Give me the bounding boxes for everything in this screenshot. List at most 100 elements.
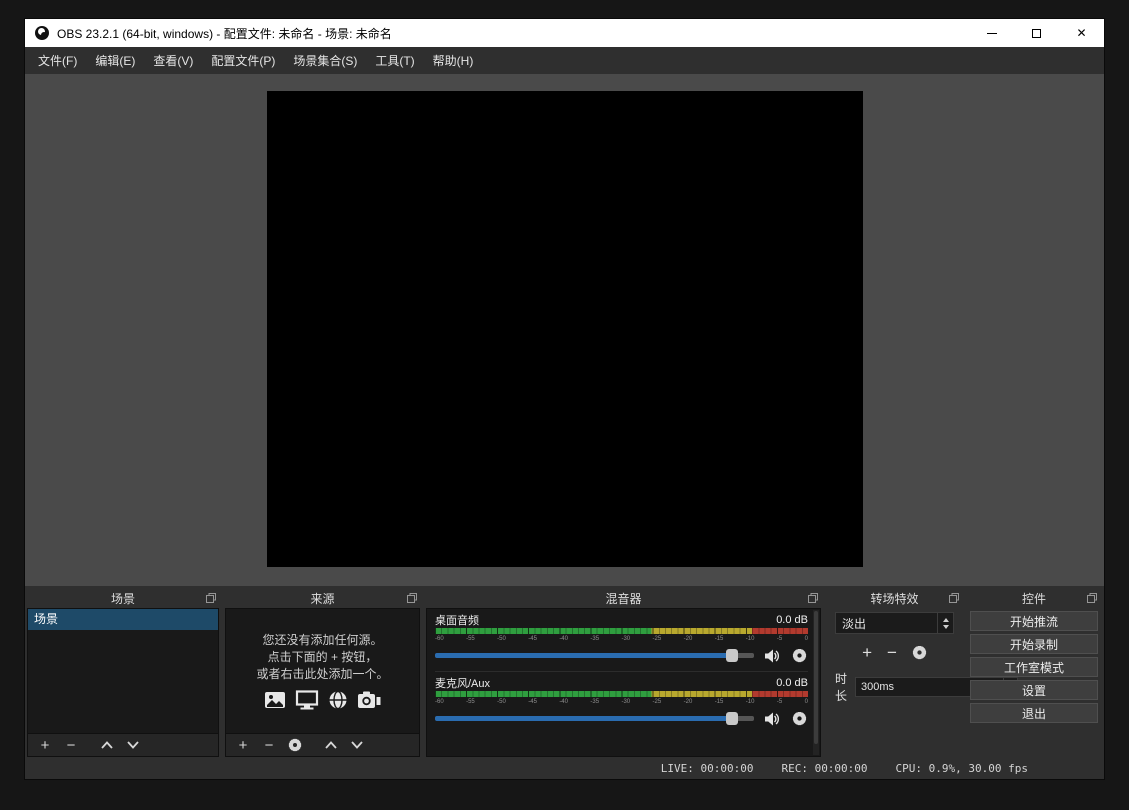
menu-item-view[interactable]: 查看(V) xyxy=(144,47,202,74)
display-source-icon xyxy=(295,690,319,710)
controls-dock-header[interactable]: 控件 xyxy=(968,588,1100,608)
start-streaming-button[interactable]: 开始推流 xyxy=(970,611,1098,631)
meter-scale: -60-55-50-45-40-35-30-25-20-15-10-50 xyxy=(435,698,808,706)
sources-dock-title: 来源 xyxy=(310,590,334,607)
move-source-up-button[interactable] xyxy=(318,734,344,756)
mixer-channel-mic-aux: 麦克风/Aux 0.0 dB -60-55-50-45-40-35-30-25-… xyxy=(435,671,808,731)
gear-icon xyxy=(912,645,927,660)
scenes-dock: 场景 场景 + − xyxy=(27,588,219,757)
transitions-body: 淡出 + − 时长 xyxy=(827,608,962,757)
dock-float-icon xyxy=(949,593,959,603)
start-recording-button[interactable]: 开始录制 xyxy=(970,634,1098,654)
transition-properties-button[interactable] xyxy=(912,645,927,660)
transitions-dock: 转场特效 淡出 + − xyxy=(827,588,962,757)
source-properties-button[interactable] xyxy=(282,734,308,756)
volume-meter xyxy=(435,628,808,634)
maximize-button[interactable] xyxy=(1014,19,1059,47)
mute-button[interactable] xyxy=(763,710,781,728)
add-scene-button[interactable]: + xyxy=(32,734,58,756)
add-transition-button[interactable]: + xyxy=(862,644,872,661)
menu-item-scene-collection[interactable]: 场景集合(S) xyxy=(284,47,366,74)
meter-scale: -60-55-50-45-40-35-30-25-20-15-10-50 xyxy=(435,635,808,643)
sources-empty-line: 或者右击此处添加一个。 xyxy=(256,666,388,683)
menu-item-tools[interactable]: 工具(T) xyxy=(366,47,423,74)
move-source-down-button[interactable] xyxy=(344,734,370,756)
cpu-fps: CPU: 0.9%, 30.00 fps xyxy=(896,762,1028,775)
controls-body: 开始推流 开始录制 工作室模式 设置 退出 xyxy=(968,608,1100,757)
transitions-dock-header[interactable]: 转场特效 xyxy=(827,588,962,608)
mixer-scrollbar-thumb[interactable] xyxy=(814,611,818,744)
browser-source-icon xyxy=(328,690,348,710)
combo-arrows[interactable] xyxy=(937,613,953,633)
menu-item-profile[interactable]: 配置文件(P) xyxy=(202,47,284,74)
minus-icon: − xyxy=(67,737,76,754)
scenes-dock-header[interactable]: 场景 xyxy=(27,588,219,608)
source-type-icons xyxy=(264,690,381,710)
window-title: OBS 23.2.1 (64-bit, windows) - 配置文件: 未命名… xyxy=(57,25,392,42)
window-controls: ✕ xyxy=(969,19,1104,47)
speaker-icon xyxy=(764,711,780,727)
remove-source-button[interactable]: − xyxy=(256,734,282,756)
mixer-scrollbar[interactable] xyxy=(813,610,819,755)
close-icon: ✕ xyxy=(1076,27,1086,39)
minimize-icon xyxy=(987,33,997,34)
channel-settings-button[interactable] xyxy=(790,647,808,665)
volume-slider-handle[interactable] xyxy=(726,649,738,662)
minus-icon: − xyxy=(265,737,274,754)
preview-area xyxy=(25,74,1104,586)
scene-list-item[interactable]: 场景 xyxy=(28,609,218,630)
dock-float-icon xyxy=(1087,593,1097,603)
scenes-toolbar: + − xyxy=(28,733,218,756)
mixer-dock-header[interactable]: 混音器 xyxy=(426,588,821,608)
mixer-dock: 混音器 桌面音频 0.0 dB -60-55-50-45-40-35-30-25… xyxy=(426,588,821,757)
sources-empty-line: 您还没有添加任何源。 xyxy=(262,632,382,649)
sources-panel: 您还没有添加任何源。 点击下面的 + 按钮， 或者右击此处添加一个。 + − xyxy=(225,608,420,757)
scene-list: 场景 xyxy=(28,609,218,733)
transition-selected-value: 淡出 xyxy=(836,613,937,633)
sources-toolbar: + − xyxy=(226,733,419,756)
menu-bar: 文件(F) 编辑(E) 查看(V) 配置文件(P) 场景集合(S) 工具(T) … xyxy=(25,47,1104,74)
obs-logo-icon xyxy=(35,26,49,40)
channel-settings-button[interactable] xyxy=(790,710,808,728)
plus-icon: + xyxy=(239,737,248,754)
transition-select[interactable]: 淡出 xyxy=(835,612,954,634)
channel-name: 桌面音频 xyxy=(435,612,479,628)
channel-name: 麦克风/Aux xyxy=(435,675,490,691)
gear-icon xyxy=(792,711,807,726)
sources-dock-header[interactable]: 来源 xyxy=(225,588,420,608)
remove-scene-button[interactable]: − xyxy=(58,734,84,756)
remove-transition-button[interactable]: − xyxy=(887,644,897,661)
dock-row: 场景 场景 + − 来源 xyxy=(25,586,1104,757)
volume-slider[interactable] xyxy=(435,716,754,721)
dock-float-icon xyxy=(206,593,216,603)
settings-button[interactable]: 设置 xyxy=(970,680,1098,700)
add-source-button[interactable]: + xyxy=(230,734,256,756)
mixer-channel-desktop-audio: 桌面音频 0.0 dB -60-55-50-45-40-35-30-25-20-… xyxy=(435,612,808,668)
controls-dock-title: 控件 xyxy=(1022,590,1046,607)
menu-item-help[interactable]: 帮助(H) xyxy=(424,47,483,74)
minimize-button[interactable] xyxy=(969,19,1014,47)
plus-icon: + xyxy=(41,737,50,754)
scenes-panel: 场景 + − xyxy=(27,608,219,757)
exit-button[interactable]: 退出 xyxy=(970,703,1098,723)
volume-slider-handle[interactable] xyxy=(726,712,738,725)
mixer-panel: 桌面音频 0.0 dB -60-55-50-45-40-35-30-25-20-… xyxy=(426,608,821,757)
duration-label: 时长 xyxy=(835,670,847,704)
close-button[interactable]: ✕ xyxy=(1059,19,1104,47)
sources-empty-line: 点击下面的 + 按钮， xyxy=(268,649,378,666)
speaker-icon xyxy=(764,648,780,664)
move-scene-up-button[interactable] xyxy=(94,734,120,756)
title-bar[interactable]: OBS 23.2.1 (64-bit, windows) - 配置文件: 未命名… xyxy=(25,19,1104,47)
volume-slider[interactable] xyxy=(435,653,754,658)
preview-canvas[interactable] xyxy=(267,91,863,567)
menu-item-file[interactable]: 文件(F) xyxy=(29,47,86,74)
studio-mode-button[interactable]: 工作室模式 xyxy=(970,657,1098,677)
menu-item-edit[interactable]: 编辑(E) xyxy=(86,47,144,74)
mute-button[interactable] xyxy=(763,647,781,665)
rec-time: REC: 00:00:00 xyxy=(781,762,867,775)
gear-icon xyxy=(792,648,807,663)
mixer-dock-title: 混音器 xyxy=(605,590,641,607)
move-scene-down-button[interactable] xyxy=(120,734,146,756)
chevron-up-icon xyxy=(325,741,337,749)
maximize-icon xyxy=(1032,29,1041,38)
